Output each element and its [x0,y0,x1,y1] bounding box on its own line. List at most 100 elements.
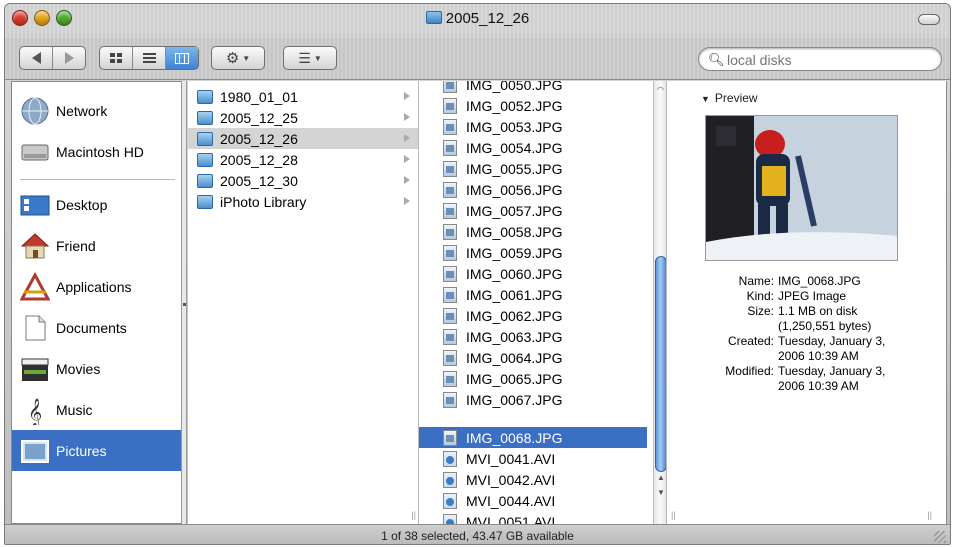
sidebar-item-label: Desktop [56,196,108,213]
disclosure-arrow-icon [404,134,410,142]
sidebar-item-music[interactable]: 𝄞 Music [12,389,182,430]
list-item[interactable]: IMG_0063.JPG [419,326,647,347]
list-item[interactable]: IMG_0059.JPG [419,242,647,263]
search-field[interactable]: 🔍︎ [698,47,942,71]
music-icon: 𝄞 [28,398,42,425]
pictures-icon [21,439,49,463]
list-item[interactable]: 2005_12_25 [188,107,418,128]
back-arrow-icon [31,52,41,64]
column-view-button[interactable] [166,47,198,69]
scroll-up-arrow-icon[interactable]: ◠ [657,85,664,94]
preview-heading[interactable]: ▼ Preview [701,91,758,105]
list-item-selected[interactable]: 2005_12_26 [188,128,418,149]
list-item[interactable]: MVI_0042.AVI [419,469,647,490]
sidebar-item-label: Macintosh HD [56,143,144,160]
list-item[interactable]: IMG_0062.JPG [419,305,647,326]
sidebar-item-macintosh-hd[interactable]: Macintosh HD [12,131,182,172]
column-resize-handle[interactable]: || [411,510,416,520]
finder-window: 2005_12_26 ⚙▼ ☰▼ 🔍︎ Network [4,3,951,545]
list-item[interactable]: IMG_0057.JPG [419,200,647,221]
search-icon[interactable]: 🔍︎ [708,52,725,68]
list-item[interactable]: IMG_0065.JPG [419,368,647,389]
browser-column-files: IMG_0050.JPG IMG_0052.JPG IMG_0053.JPG I… [419,81,667,524]
sidebar-item-pictures[interactable]: Pictures [12,430,182,471]
column-resize-handle[interactable]: || [927,510,932,520]
list-item[interactable]: 1980_01_01 [188,86,418,107]
toolbar: ⚙ ▼ ☰ ▼ 🔍︎ [5,38,950,80]
list-view-button[interactable] [133,47,166,69]
column-view-icon [175,52,189,64]
sidebar-item-desktop[interactable]: Desktop [12,184,182,225]
jpeg-file-icon [443,307,457,324]
scroll-up-arrow-icon[interactable]: ▲ [657,473,665,482]
list-item[interactable]: IMG_0050.JPG [419,81,647,95]
sidebar-item-label: Pictures [56,442,107,459]
jpeg-file-icon [443,349,457,366]
sidebar-item-label: Network [56,102,108,119]
folder-icon [197,152,213,167]
list-item[interactable]: IMG_0060.JPG [419,263,647,284]
list-item[interactable]: iPhoto Library [188,191,418,212]
list-item[interactable]: IMG_0067.JPG [419,389,647,410]
sidebar-item-applications[interactable]: Applications [12,266,182,307]
folder-icon [197,89,213,104]
jpeg-file-icon [443,97,457,114]
toolbar-toggle-button[interactable] [918,14,940,25]
sidebar-item-movies[interactable]: Movies [12,348,182,389]
movie-file-icon [443,513,457,524]
vertical-scrollbar[interactable]: ◠ ▲ ▼ [653,81,666,524]
jpeg-file-icon [443,265,457,282]
list-item[interactable]: IMG_0061.JPG [419,284,647,305]
column-resize-handle[interactable]: || [419,510,420,520]
preview-column: ▼ Preview Name: IMG_0068.JPG Kind: JPEG Ima… [667,81,947,524]
list-item[interactable]: MVI_0041.AVI [419,448,647,469]
list-item[interactable]: IMG_0064.JPG [419,347,647,368]
list-item[interactable]: 2005_12_30 [188,170,418,191]
jpeg-file-icon [443,160,457,177]
sidebar-item-friend[interactable]: Friend [12,225,182,266]
forward-arrow-icon [64,52,74,64]
folder-icon [197,194,213,209]
resize-grip-icon[interactable] [934,531,946,543]
action-menu-button[interactable]: ⚙ ▼ [211,46,265,70]
jpeg-file-icon [443,244,457,261]
folder-icon [197,131,213,146]
list-item[interactable]: IMG_0053.JPG [419,116,647,137]
movie-file-icon [443,492,457,509]
sidebar-item-label: Documents [56,319,127,336]
sidebar-resize-handle[interactable] [181,81,187,524]
list-item-selected[interactable]: IMG_0068.JPG [419,427,647,448]
chevron-down-icon: ▼ [313,53,322,63]
arrange-menu-button[interactable]: ☰ ▼ [283,46,337,70]
list-item[interactable]: MVI_0044.AVI [419,490,647,511]
list-item[interactable]: IMG_0055.JPG [419,158,647,179]
jpeg-file-icon [443,139,457,156]
gear-icon: ⚙ [225,50,240,67]
sidebar-item-documents[interactable]: Documents [12,307,182,348]
list-item[interactable]: IMG_0054.JPG [419,137,647,158]
disclosure-triangle-icon: ▼ [701,94,710,104]
list-item[interactable]: IMG_0052.JPG [419,95,647,116]
forward-button[interactable] [53,47,85,69]
window-title-text: 2005_12_26 [445,10,530,27]
disclosure-arrow-icon [404,92,410,100]
sidebar-item-network[interactable]: Network [12,90,182,131]
arrange-icon: ☰ [298,49,311,66]
disclosure-arrow-icon [404,155,410,163]
list-item[interactable]: 2005_12_28 [188,149,418,170]
icon-view-button[interactable] [100,47,133,69]
scroll-down-arrow-icon[interactable]: ▼ [657,488,665,497]
column-resize-handle[interactable]: || [671,510,676,520]
title-bar[interactable]: 2005_12_26 [5,4,950,38]
folder-icon [197,110,213,125]
jpeg-file-icon [443,118,457,135]
list-item[interactable]: MVI_0051.AVI [419,511,647,524]
list-item[interactable]: IMG_0058.JPG [419,221,647,242]
file-info: Name: IMG_0068.JPG Kind: JPEG Image Size: 1… [725,274,886,393]
search-input[interactable] [727,51,927,68]
list-item[interactable]: IMG_0056.JPG [419,179,647,200]
sidebar-item-label: Friend [56,237,96,254]
jpeg-file-icon [443,429,457,446]
back-button[interactable] [20,47,53,69]
scrollbar-thumb[interactable] [655,256,666,472]
